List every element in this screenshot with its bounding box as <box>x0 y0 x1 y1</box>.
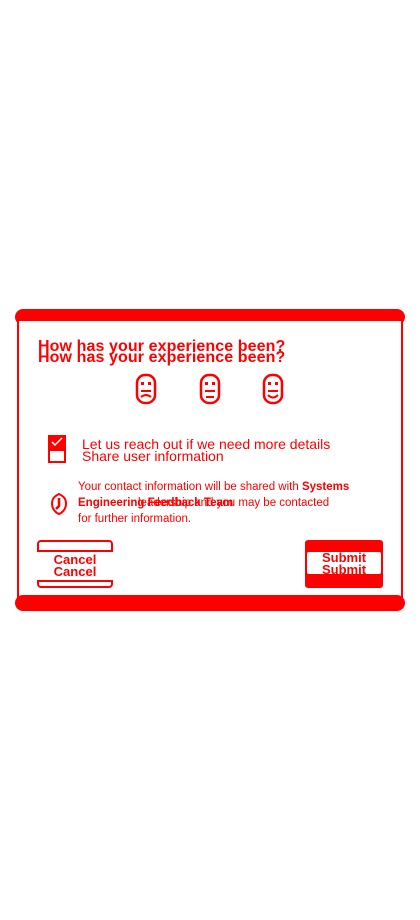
share-info-label: Share user information <box>82 448 224 464</box>
info-line-1-text: Your contact information will be shared … <box>78 481 302 493</box>
shield-info-icon <box>50 492 68 516</box>
cancel-label-shadow: Cancel <box>53 564 97 579</box>
reach-out-checkbox[interactable] <box>48 435 66 449</box>
feedback-dialog: How has your experience been? How has yo… <box>15 309 405 612</box>
checkmark-icon <box>51 437 63 447</box>
info-line-1: Your contact information will be shared … <box>78 481 349 493</box>
share-info-checkbox[interactable] <box>48 449 66 463</box>
dialog-title-shadow: How has your experience been? <box>38 349 286 366</box>
dialog-footer-bar <box>15 595 405 611</box>
happy-face-icon[interactable] <box>262 373 284 405</box>
cancel-button[interactable]: Cancel Cancel <box>37 540 113 588</box>
info-line-2-text: leadership and you may be contacted <box>138 497 330 509</box>
submit-button[interactable]: Submit Submit <box>305 540 383 588</box>
info-line-1-bold: Systems <box>301 481 350 493</box>
neutral-face-icon[interactable] <box>199 373 221 405</box>
submit-label-shadow: Submit <box>321 562 367 577</box>
sad-face-icon[interactable] <box>135 373 157 405</box>
info-line-3: for further information. <box>78 513 192 525</box>
